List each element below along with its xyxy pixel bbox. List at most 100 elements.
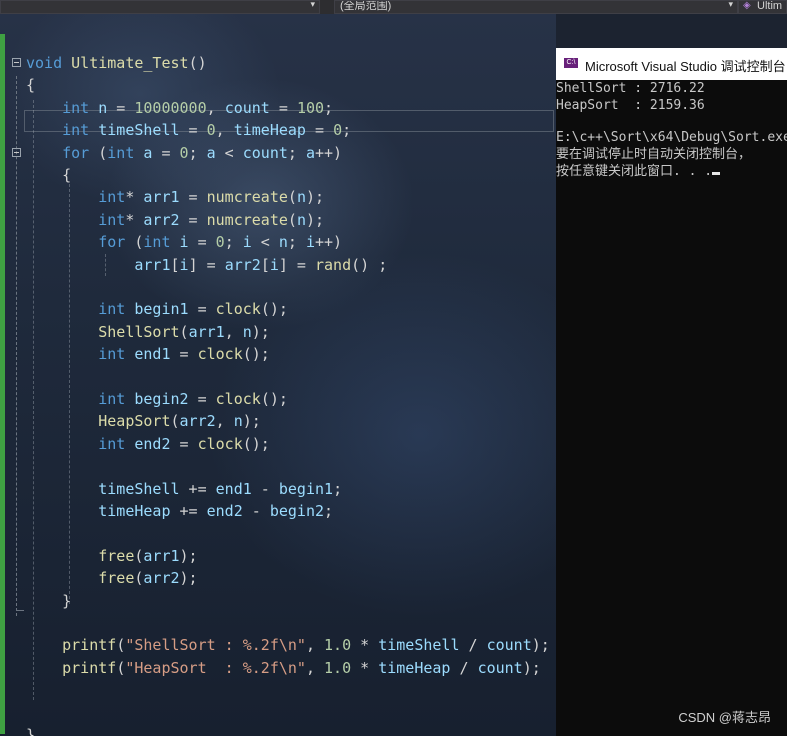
code-token: count: [477, 658, 523, 677]
code-token: begin1: [134, 300, 189, 319]
code-token: /: [459, 636, 487, 655]
debug-console-window[interactable]: C:\ Microsoft Visual Studio 调试控制台 ShellS…: [556, 48, 787, 736]
code-token: =: [188, 300, 216, 319]
project-dropdown[interactable]: ◈ Ultim: [738, 0, 787, 14]
code-line[interactable]: for (int a = 0; a < count; a++): [26, 142, 342, 164]
code-token: =: [170, 434, 198, 453]
console-title-bar[interactable]: C:\ Microsoft Visual Studio 调试控制台: [556, 48, 787, 80]
code-token: 0: [206, 121, 216, 140]
code-line[interactable]: int timeShell = 0, timeHeap = 0;: [26, 119, 351, 141]
console-line: 按任意键关闭此窗口. . .: [556, 164, 713, 179]
code-line[interactable]: int begin2 = clock();: [26, 388, 288, 410]
code-token: arr1: [143, 546, 180, 565]
code-token: i: [179, 233, 189, 252]
code-line[interactable]: timeShell += end1 - begin1;: [26, 478, 342, 500]
code-line[interactable]: int begin1 = clock();: [26, 298, 288, 320]
code-token: (: [287, 188, 297, 207]
code-token: n: [98, 98, 108, 117]
console-line: ShellSort : 2716.22: [556, 81, 705, 96]
code-token: ,: [206, 98, 225, 117]
code-token: <: [251, 233, 279, 252]
code-token: =: [152, 143, 180, 162]
code-editor[interactable]: void Ultimate_Test() { int n = 10000000, …: [0, 14, 556, 736]
code-token: n: [296, 210, 306, 229]
code-token: end1: [134, 345, 171, 364]
code-token: arr1: [143, 188, 180, 207]
code-token: timeShell: [378, 636, 460, 655]
code-token: int: [98, 434, 126, 453]
code-line[interactable]: void Ultimate_Test(): [26, 52, 207, 74]
code-token: begin2: [134, 390, 189, 408]
code-token: arr1: [188, 322, 225, 341]
code-line[interactable]: int* arr2 = numcreate(n);: [26, 209, 324, 231]
code-token: int: [62, 98, 90, 117]
code-token: printf: [62, 636, 117, 655]
code-token: clock: [215, 390, 261, 408]
editor-navigation-bar: ▾ (全局范围) ▾ ◈ Ultim: [0, 0, 787, 14]
code-line[interactable]: {: [26, 164, 71, 186]
code-line[interactable]: ShellSort(arr1, n);: [26, 321, 270, 343]
member-dropdown[interactable]: ▾: [0, 0, 320, 14]
code-line[interactable]: {: [26, 74, 35, 96]
code-token: ;: [224, 233, 243, 252]
code-token: count: [242, 143, 288, 162]
code-line[interactable]: printf("HeapSort : %.2f\n", 1.0 * timeHe…: [26, 657, 541, 679]
code-token: int: [98, 188, 126, 207]
code-token: ;: [342, 121, 352, 140]
code-token: printf: [62, 658, 117, 677]
code-token: ShellSort: [98, 322, 180, 341]
code-token: =: [188, 390, 216, 408]
code-token: 0: [333, 121, 343, 140]
code-token: count: [224, 98, 270, 117]
code-token: i: [179, 255, 189, 274]
code-token: (: [179, 322, 189, 341]
code-line[interactable]: for (int i = 0; i < n; i++): [26, 231, 342, 253]
code-token: =: [179, 121, 207, 140]
code-token: ,: [224, 322, 243, 341]
code-token: int: [98, 390, 126, 408]
code-token: rand: [315, 255, 352, 274]
code-token: int: [143, 233, 171, 252]
collapse-for-loop-icon[interactable]: [12, 148, 21, 157]
code-line[interactable]: free(arr2);: [26, 567, 197, 589]
scope-dropdown[interactable]: (全局范围) ▾: [334, 0, 738, 14]
code-line[interactable]: int n = 10000000, count = 100;: [26, 97, 333, 119]
code-line[interactable]: timeHeap += end2 - begin2;: [26, 500, 333, 522]
code-token: int: [98, 345, 126, 364]
code-line[interactable]: }: [26, 590, 71, 612]
code-token: arr2: [224, 255, 261, 274]
code-token: *: [351, 658, 379, 677]
code-token: );: [305, 210, 325, 229]
code-token: -: [251, 479, 279, 498]
code-line[interactable]: HeapSort(arr2, n);: [26, 410, 261, 432]
code-token: free: [98, 569, 135, 588]
code-line[interactable]: }: [26, 724, 35, 736]
collapse-function-icon[interactable]: [12, 58, 21, 67]
code-line[interactable]: free(arr1);: [26, 545, 197, 567]
code-line[interactable]: int end1 = clock();: [26, 343, 270, 365]
code-line[interactable]: arr1[i] = arr2[i] = rand() ;: [26, 254, 387, 276]
code-line[interactable]: printf("ShellSort : %.2f\n", 1.0 * timeS…: [26, 634, 550, 656]
code-token: [: [170, 255, 180, 274]
code-token: 100: [296, 98, 325, 117]
code-token: =: [269, 98, 297, 117]
code-token: i: [305, 233, 315, 252]
code-token: int: [107, 143, 135, 162]
code-line[interactable]: int* arr1 = numcreate(n);: [26, 186, 324, 208]
code-line[interactable]: int end2 = clock();: [26, 433, 270, 455]
code-token: arr2: [143, 569, 180, 588]
code-token: timeHeap: [233, 121, 306, 140]
code-token: {: [62, 166, 72, 184]
